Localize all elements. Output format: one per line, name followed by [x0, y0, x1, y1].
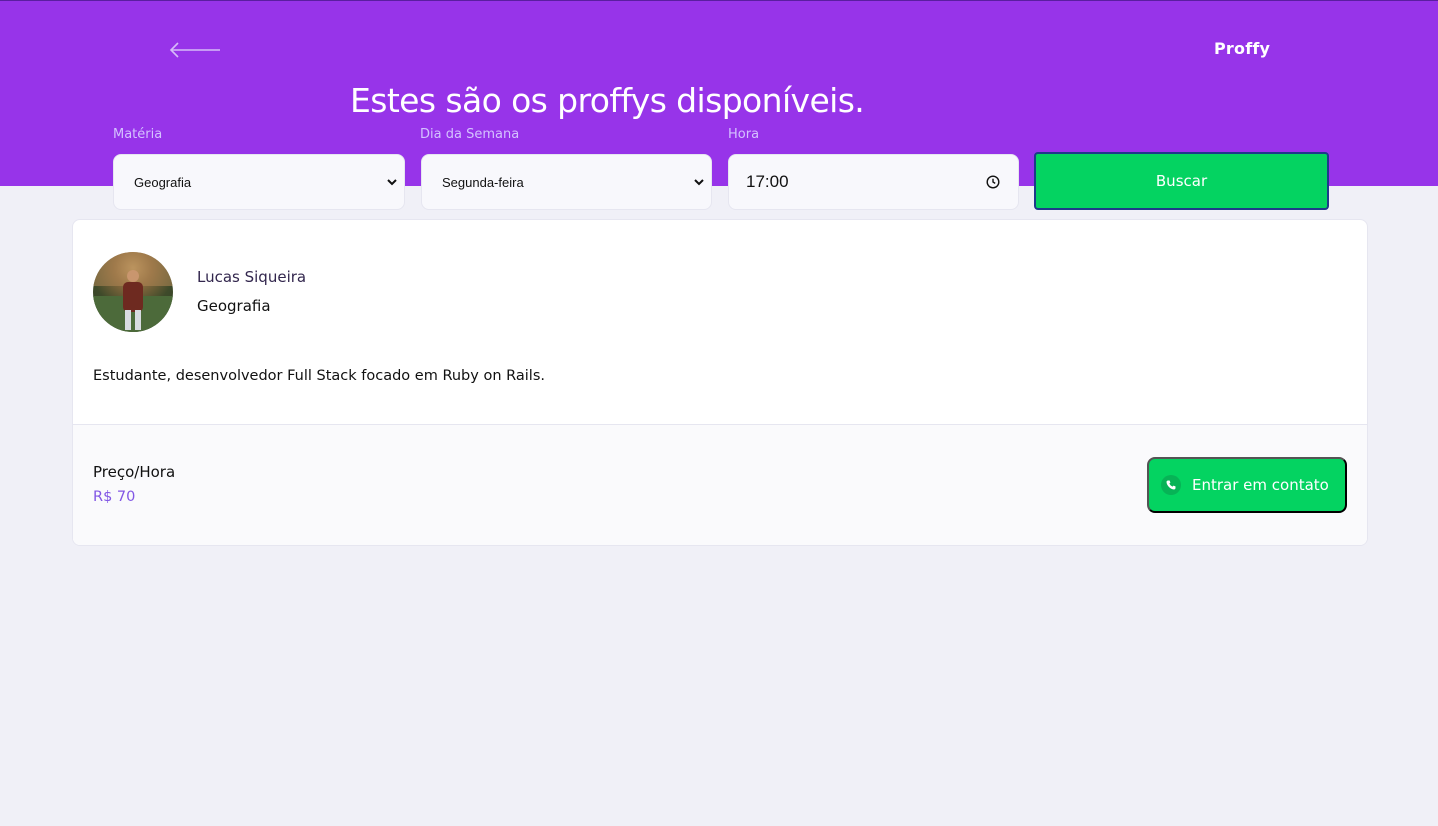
subject-label: Matéria: [113, 127, 163, 142]
time-label: Hora: [728, 127, 760, 142]
weekday-select[interactable]: Segunda-feira: [421, 154, 712, 210]
subject-select[interactable]: Geografia: [113, 154, 405, 210]
weekday-label: Dia da Semana: [420, 127, 520, 142]
card-footer: Preço/Hora R$ 70 Entrar em contato: [73, 424, 1367, 545]
arrow-left-icon: [169, 42, 220, 58]
price-label: Preço/Hora: [93, 463, 176, 481]
clock-icon[interactable]: [986, 175, 1000, 189]
teacher-bio: Estudante, desenvolvedor Full Stack foca…: [93, 368, 545, 384]
teacher-subject: Geografia: [197, 297, 271, 315]
search-button[interactable]: Buscar: [1034, 152, 1329, 210]
chevron-down-icon: [387, 179, 397, 186]
time-input-value: 17:00: [746, 172, 789, 191]
back-button[interactable]: [168, 39, 222, 61]
contact-button[interactable]: Entrar em contato: [1147, 457, 1347, 513]
weekday-select-value: Segunda-feira: [442, 174, 524, 190]
logo: Proffy: [1214, 39, 1271, 58]
price-value: R$ 70: [93, 489, 136, 505]
teacher-name: Lucas Siqueira: [197, 268, 307, 286]
page-title: Estes são os proffys disponíveis.: [350, 81, 865, 120]
whatsapp-icon: [1161, 475, 1181, 495]
contact-button-label: Entrar em contato: [1192, 476, 1329, 494]
page: Proffy Estes são os proffys disponíveis.…: [0, 0, 1438, 826]
subject-select-value: Geografia: [134, 174, 192, 190]
teacher-card: Lucas Siqueira Geografia Estudante, dese…: [72, 219, 1368, 546]
avatar: [93, 252, 173, 332]
chevron-down-icon: [694, 179, 704, 186]
avatar-photo: [93, 252, 173, 332]
time-input[interactable]: 17:00: [728, 154, 1019, 210]
